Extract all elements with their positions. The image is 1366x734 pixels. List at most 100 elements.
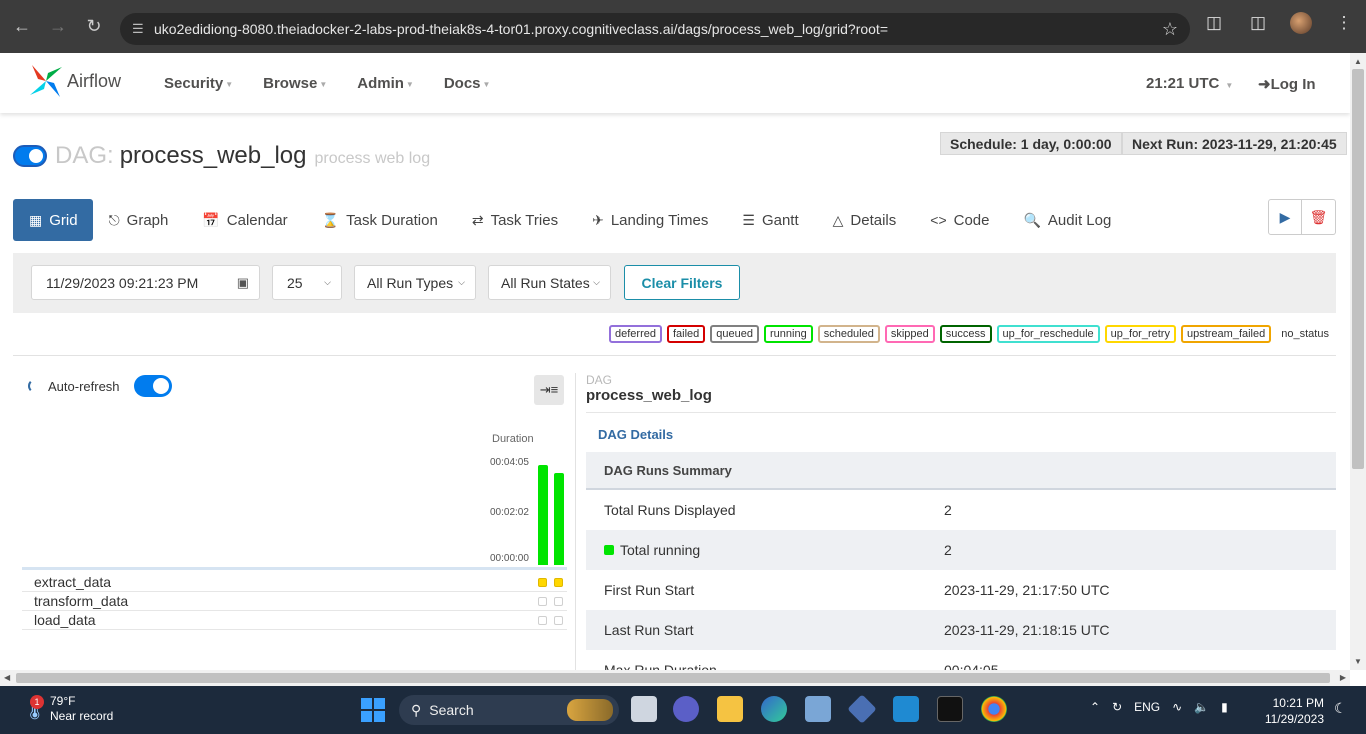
summary-row: Total running 2	[586, 530, 1336, 570]
terminal-icon[interactable]	[937, 696, 963, 722]
tab-graph[interactable]: ⎋ Graph	[93, 199, 187, 241]
task-instance-cell[interactable]	[554, 597, 563, 606]
taskbar-clock[interactable]: 10:21 PM 11/29/2023	[1262, 695, 1324, 727]
task-row-extract_data[interactable]: extract_data	[22, 573, 567, 592]
timezone-clock[interactable]: 21:21 UTC ▼	[1146, 75, 1233, 92]
dag-pause-toggle[interactable]	[13, 145, 47, 167]
chevron-up-icon[interactable]: ⌃	[1090, 700, 1100, 714]
delete-dag-button[interactable]: 🗑	[1302, 199, 1336, 235]
address-bar[interactable]: ☰ uko2edidiong-8080.theiadocker-2-labs-p…	[120, 13, 1190, 45]
horizontal-scrollbar[interactable]: ◀ ▶	[0, 670, 1350, 686]
forward-icon[interactable]: →	[40, 9, 76, 45]
menu-docs[interactable]: Docs ▼	[444, 75, 491, 92]
bookmark-star-icon[interactable]: ☆	[1162, 19, 1178, 40]
reload-icon[interactable]: ↻	[76, 9, 112, 45]
scroll-right-icon[interactable]: ▶	[1340, 673, 1346, 682]
login-label: Log In	[1270, 76, 1316, 93]
git-app-icon[interactable]	[847, 694, 877, 724]
menu-admin[interactable]: Admin ▼	[357, 75, 414, 92]
base-date-input[interactable]: 11/29/2023 09:21:23 PM ▣	[31, 265, 260, 300]
dag-run-duration-bar[interactable]	[538, 465, 548, 565]
scroll-up-icon[interactable]: ▲	[1354, 57, 1362, 66]
airflow-brand[interactable]: Airflow	[67, 71, 121, 92]
battery-icon[interactable]: ▮	[1221, 700, 1228, 714]
legend-running[interactable]: running	[764, 325, 813, 343]
trigger-dag-button[interactable]: ▶	[1268, 199, 1302, 235]
scrollbar-thumb[interactable]	[1352, 69, 1364, 469]
legend-success[interactable]: success	[939, 325, 992, 343]
extensions-icon[interactable]: ◫	[1202, 13, 1226, 33]
task-instance-cell[interactable]	[554, 578, 563, 587]
task-row-load_data[interactable]: load_data	[22, 611, 567, 630]
run-state-select[interactable]: All Run States ⌵	[488, 265, 611, 300]
photos-app-icon[interactable]	[805, 696, 831, 722]
system-tray: ⌃ ↻ ENG ∿ 🔈 ▮	[1090, 700, 1228, 714]
tab-label: Code	[953, 211, 990, 229]
edge-browser-icon[interactable]	[761, 696, 787, 722]
task-instance-cell[interactable]	[538, 616, 547, 625]
windows-start-icon[interactable]	[361, 698, 385, 722]
speaker-icon[interactable]: 🔈	[1194, 700, 1209, 714]
teams-chat-icon[interactable]	[673, 696, 699, 722]
tab-calendar[interactable]: 📅 Calendar	[186, 199, 305, 241]
scroll-down-icon[interactable]: ▼	[1354, 657, 1362, 666]
vertical-scrollbar[interactable]: ▲ ▼	[1350, 53, 1366, 670]
menu-browse[interactable]: Browse ▼	[263, 75, 327, 92]
scrollbar-thumb[interactable]	[16, 673, 1330, 683]
legend-no-status[interactable]: no_status	[1281, 325, 1329, 343]
task-row-transform_data[interactable]: transform_data	[22, 592, 567, 611]
menu-kebab-icon[interactable]: ⋮	[1332, 13, 1356, 33]
legend-scheduled[interactable]: scheduled	[817, 325, 880, 343]
chrome-browser-icon[interactable]	[981, 696, 1007, 722]
task-instance-cell[interactable]	[538, 578, 547, 587]
site-info-icon[interactable]: ☰	[132, 21, 154, 37]
legend-up_for_reschedule[interactable]: up_for_reschedule	[996, 325, 1100, 343]
legend-failed[interactable]: failed	[666, 325, 706, 343]
num-runs-select[interactable]: 25 ⌵	[272, 265, 342, 300]
task-instance-cell[interactable]	[538, 597, 547, 606]
legend-up_for_retry[interactable]: up_for_retry	[1104, 325, 1176, 343]
dag-run-duration-bar[interactable]	[554, 473, 564, 565]
tab-code[interactable]: <> Code	[914, 199, 1007, 241]
back-icon[interactable]: ←	[4, 9, 40, 45]
taskbar-search[interactable]: ⚲ Search	[399, 695, 619, 725]
moon-icon[interactable]: ☾	[1334, 700, 1347, 717]
tab-gantt[interactable]: ☰ Gantt	[726, 199, 816, 241]
calendar-icon[interactable]: ▣	[237, 275, 249, 291]
task-view-icon[interactable]	[631, 696, 657, 722]
running-state-swatch	[604, 545, 614, 555]
language-indicator[interactable]: ENG	[1134, 700, 1160, 714]
side-panel-icon[interactable]: ◫	[1246, 13, 1270, 33]
tab-task-duration[interactable]: ⌛ Task Duration	[306, 199, 456, 241]
file-explorer-icon[interactable]	[717, 696, 743, 722]
airflow-logo-icon[interactable]	[28, 63, 64, 99]
scroll-left-icon[interactable]: ◀	[4, 673, 10, 682]
vscode-icon[interactable]	[893, 696, 919, 722]
menu-security[interactable]: Security ▼	[164, 75, 233, 92]
run-type-select[interactable]: All Run Types ⌵	[354, 265, 476, 300]
panel-divider[interactable]	[575, 373, 576, 670]
tab-details[interactable]: △ Details	[817, 199, 915, 241]
sync-icon[interactable]: ↻	[1112, 700, 1122, 714]
wifi-icon[interactable]: ∿	[1172, 700, 1182, 714]
browser-toolbar: ← → ↻ ☰ uko2edidiong-8080.theiadocker-2-…	[0, 0, 1366, 53]
legend-queued[interactable]: queued	[710, 325, 759, 343]
task-instance-cell[interactable]	[554, 616, 563, 625]
summary-row: Total Runs Displayed 2	[586, 490, 1336, 530]
legend-upstream_failed[interactable]: upstream_failed	[1180, 325, 1272, 343]
tab-landing-times[interactable]: ✈ Landing Times	[576, 199, 726, 241]
profile-avatar[interactable]	[1290, 12, 1312, 34]
tab-audit-log[interactable]: 🔍 Audit Log	[1007, 199, 1129, 241]
login-link[interactable]: ➜Log In	[1258, 75, 1316, 93]
tab-grid[interactable]: ▦ Grid	[13, 199, 93, 241]
auto-refresh-toggle[interactable]	[133, 375, 172, 397]
legend-skipped[interactable]: skipped	[884, 325, 935, 343]
legend-deferred[interactable]: deferred	[609, 325, 662, 343]
clear-filters-button[interactable]: Clear Filters	[624, 265, 740, 300]
summary-key: Total running	[620, 542, 701, 558]
weather-widget[interactable]: 🌡 1 79°F Near record	[22, 694, 113, 724]
tab-task-tries[interactable]: ⇄ Task Tries	[456, 199, 576, 241]
summary-key: Total Runs Displayed	[604, 502, 736, 518]
dag-details-link[interactable]: DAG Details	[586, 413, 1336, 442]
collapse-details-button[interactable]: ⇥≡	[534, 375, 564, 405]
